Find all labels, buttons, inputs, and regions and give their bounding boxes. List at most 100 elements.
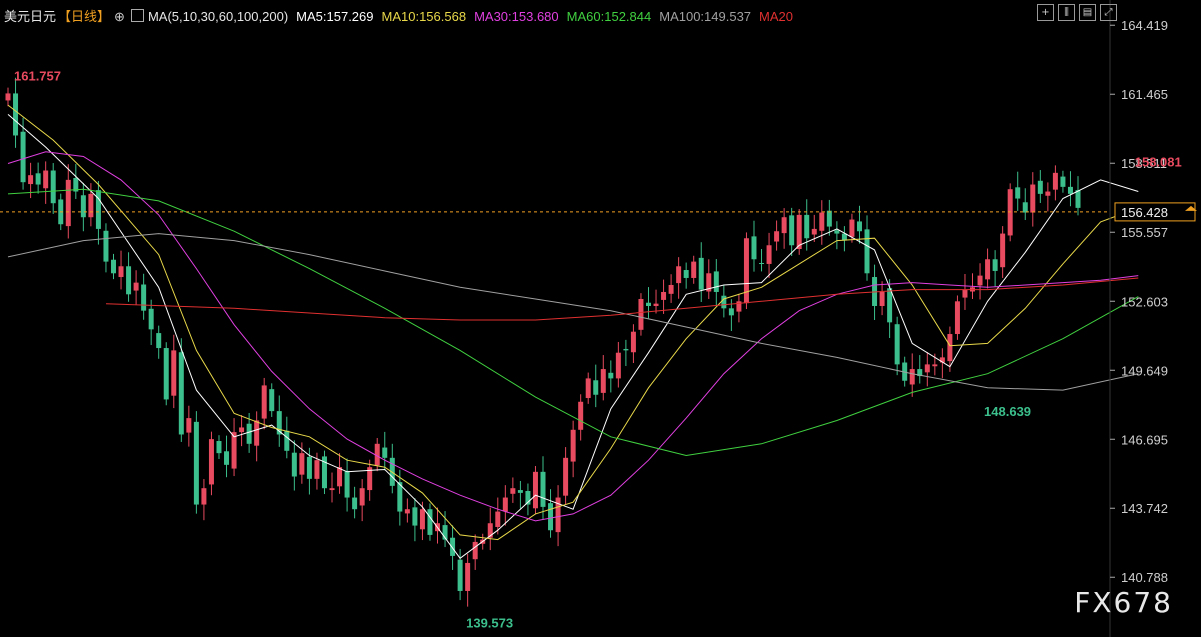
- candle: [1022, 188, 1028, 221]
- candle: [208, 431, 214, 496]
- watermark: FX678: [1074, 586, 1173, 619]
- candle: [1052, 165, 1058, 201]
- candle: [834, 221, 840, 250]
- bars-icon[interactable]: ⫼: [1058, 4, 1075, 21]
- annotation-label: 158.081: [1135, 154, 1182, 169]
- candle: [661, 279, 667, 314]
- candle: [367, 459, 373, 501]
- candle: [404, 498, 410, 523]
- period-label[interactable]: 【日线】: [58, 9, 110, 24]
- candle: [548, 489, 554, 538]
- candle: [352, 486, 358, 519]
- candle: [917, 355, 923, 384]
- candle: [171, 334, 177, 409]
- chart-icon[interactable]: ▤: [1079, 4, 1096, 21]
- candle: [224, 435, 230, 478]
- candle: [691, 255, 697, 284]
- candle: [954, 295, 960, 340]
- candle: [796, 209, 802, 255]
- ma-line-ma100: [7, 233, 1139, 391]
- price-label: 156.428: [1121, 205, 1168, 220]
- candle: [706, 259, 712, 299]
- candle: [156, 325, 162, 359]
- ma-values: MA5:157.269 MA10:156.568 MA30:153.680 MA60:…: [296, 9, 801, 24]
- candle: [1015, 171, 1021, 211]
- candle: [985, 248, 991, 289]
- y-tick-label: 146.695: [1121, 432, 1168, 447]
- candle: [141, 273, 147, 320]
- candle: [736, 293, 742, 323]
- candle: [683, 262, 689, 289]
- candle: [337, 453, 343, 494]
- candle: [1060, 170, 1066, 193]
- candle: [774, 220, 780, 251]
- settings-icon[interactable]: ⊕: [114, 9, 125, 24]
- candle: [133, 270, 139, 305]
- candle: [201, 479, 207, 521]
- candle: [43, 161, 49, 204]
- candle: [563, 447, 569, 505]
- candle: [427, 503, 433, 541]
- candle: [841, 226, 847, 252]
- candle: [103, 223, 109, 273]
- expand-icon[interactable]: ⤢: [1100, 4, 1117, 21]
- candle: [909, 353, 915, 397]
- candle: [759, 248, 765, 272]
- ma-value-2: MA30:153.680: [474, 9, 559, 24]
- candle: [532, 466, 538, 515]
- candle: [608, 360, 614, 393]
- candle: [148, 299, 154, 346]
- candle: [751, 220, 757, 272]
- candle: [630, 324, 636, 363]
- candle: [789, 207, 795, 257]
- candle: [269, 383, 275, 417]
- ma-chart-icon[interactable]: [130, 9, 144, 22]
- candle: [517, 480, 523, 509]
- y-tick-label: 143.742: [1121, 501, 1168, 516]
- plus-square-icon[interactable]: +: [1037, 4, 1054, 21]
- candle: [329, 472, 335, 503]
- candle: [231, 418, 237, 477]
- candle: [924, 352, 930, 387]
- candle: [645, 287, 651, 319]
- candle: [1075, 176, 1081, 216]
- ma-value-0: MA5:157.269: [296, 9, 374, 24]
- candle: [698, 242, 704, 303]
- candle: [638, 293, 644, 336]
- pair-label: 美元日元: [4, 9, 57, 24]
- annotation-label: 148.639: [984, 404, 1031, 419]
- candle: [35, 162, 41, 194]
- candle: [510, 477, 516, 503]
- candle: [864, 215, 870, 281]
- candle: [1045, 182, 1051, 212]
- candle: [676, 257, 682, 299]
- candle: [962, 273, 968, 310]
- y-tick-label: 152.603: [1121, 294, 1168, 309]
- candle: [465, 553, 471, 607]
- y-tick-label: 155.557: [1121, 225, 1168, 240]
- candle: [1030, 172, 1036, 227]
- candle: [321, 450, 327, 495]
- candle: [216, 435, 222, 459]
- y-tick-label: 161.465: [1121, 87, 1168, 102]
- ma-value-4: MA100:149.537: [659, 9, 752, 24]
- candle: [593, 364, 599, 408]
- candle: [193, 411, 199, 514]
- candle: [344, 458, 350, 512]
- candlestick-chart[interactable]: 156.428 164.419161.465158.511155.557152.…: [0, 0, 1201, 637]
- ma-line-ma20: [105, 277, 1139, 321]
- annotation-label: 161.757: [14, 68, 61, 83]
- candle: [382, 431, 388, 471]
- candle: [600, 355, 606, 401]
- candle: [653, 289, 659, 314]
- candle: [819, 200, 825, 245]
- candle: [126, 252, 132, 302]
- candle: [110, 253, 116, 280]
- chart-header: 美元日元 【日线】 ⊕ MA(5,10,30,60,100,200) MA5:157.2…: [4, 6, 809, 25]
- candle: [359, 479, 365, 522]
- candle: [412, 498, 418, 542]
- ma-value-3: MA60:152.844: [566, 9, 652, 24]
- candle: [5, 87, 11, 107]
- candle: [540, 456, 546, 520]
- candle: [276, 395, 282, 447]
